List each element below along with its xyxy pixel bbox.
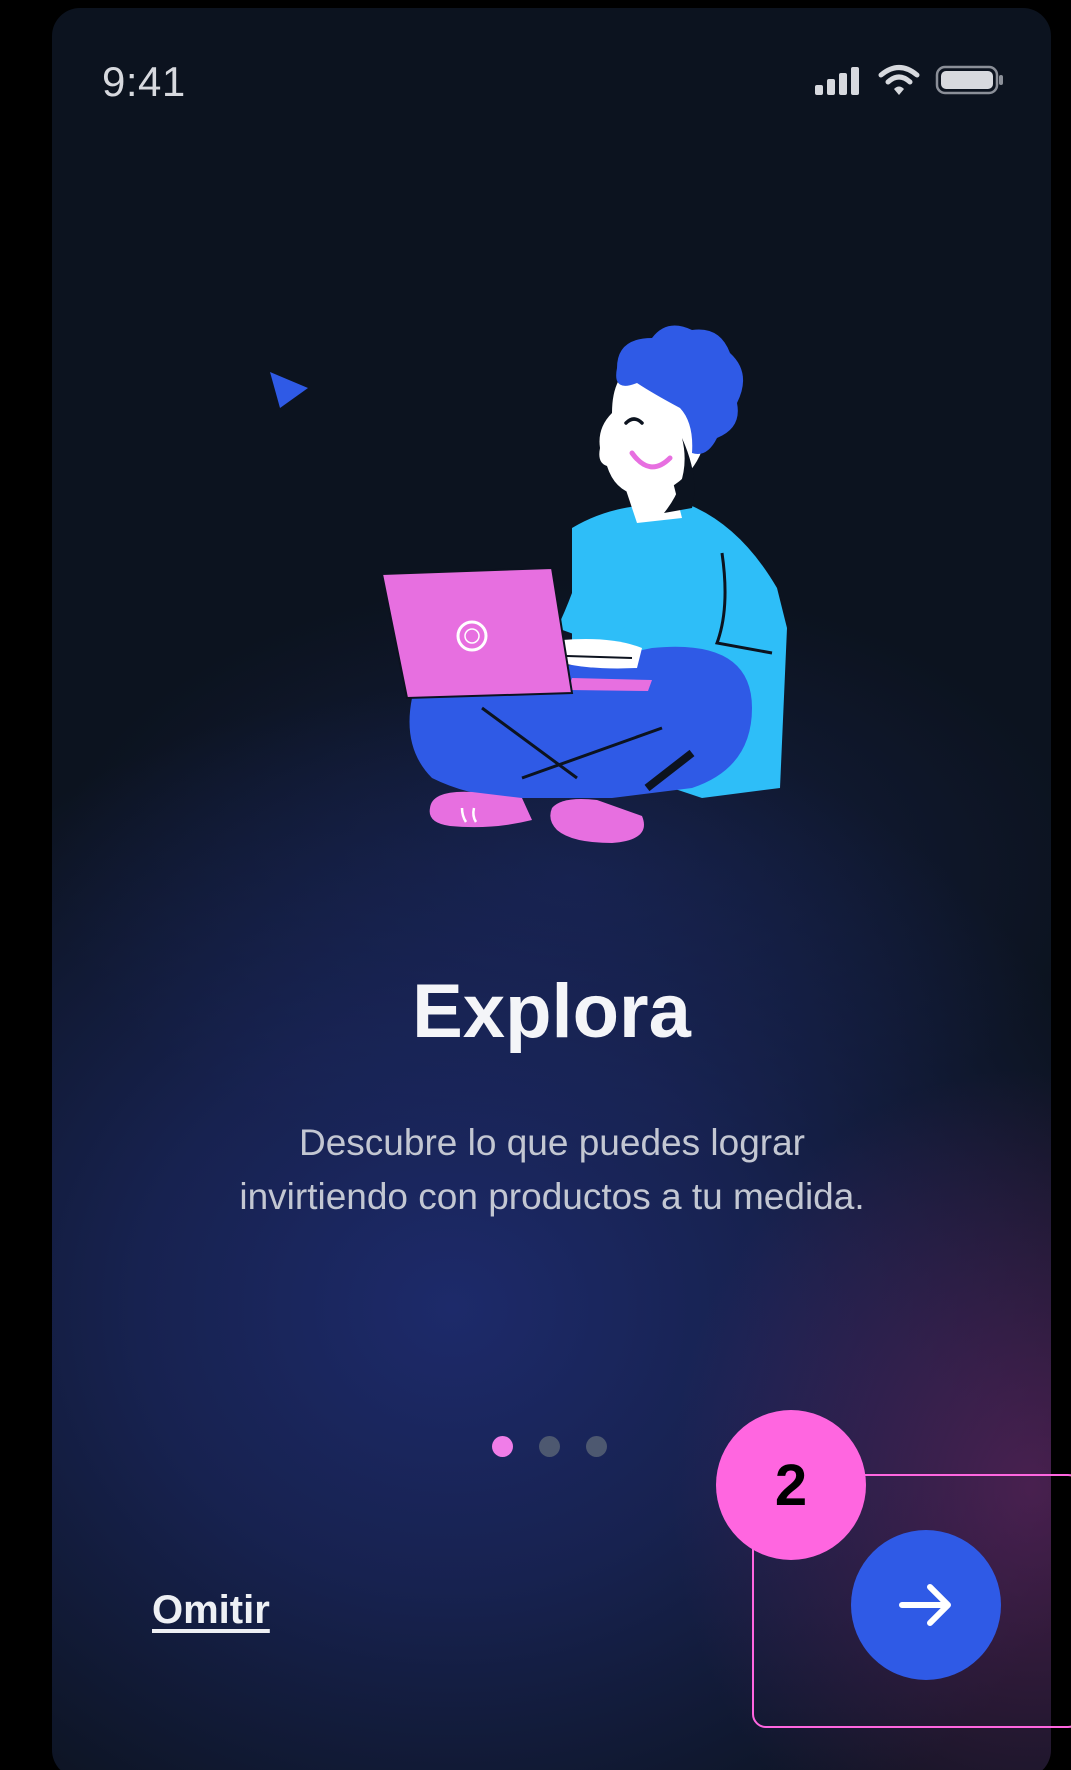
subtitle-line-1: Descubre lo que puedes lograr [299,1122,805,1163]
annotation-badge: 2 [716,1410,866,1560]
page-subtitle: Descubre lo que puedes lograr invirtiend… [152,1116,952,1224]
pagination-dot-3[interactable] [586,1436,607,1457]
subtitle-line-2: invirtiendo con productos a tu medida. [239,1176,865,1217]
skip-button[interactable]: Omitir [152,1588,270,1633]
pagination-dots [492,1436,607,1457]
page-title: Explora [412,969,691,1054]
triangle-decoration [270,372,308,408]
pagination-dot-1[interactable] [492,1436,513,1457]
pagination-dot-2[interactable] [539,1436,560,1457]
person-with-laptop-illustration [270,325,787,843]
